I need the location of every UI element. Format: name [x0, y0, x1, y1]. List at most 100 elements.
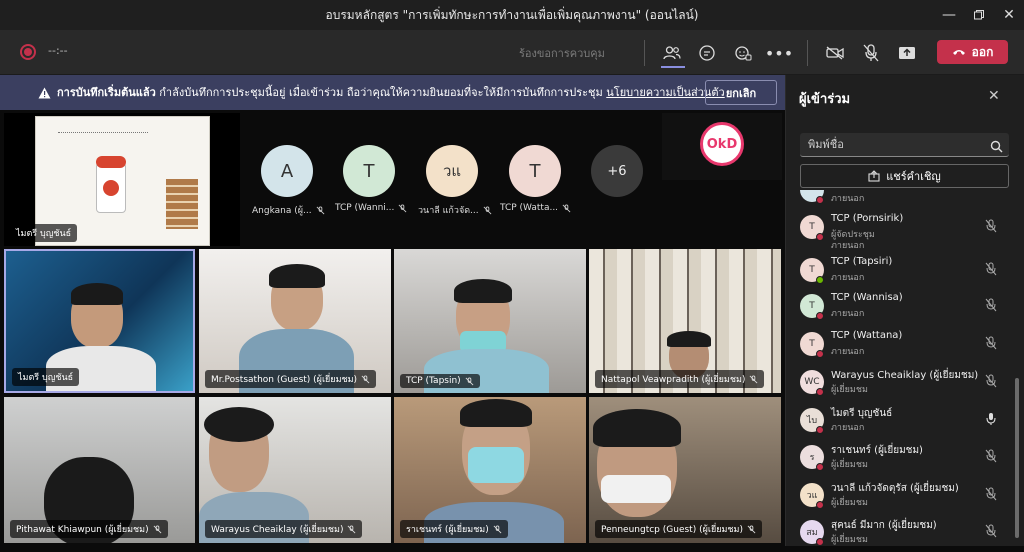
leave-button[interactable]: ออก: [937, 40, 1008, 64]
avatar[interactable]: A: [261, 145, 313, 197]
panel-scrollbar[interactable]: [1015, 378, 1019, 538]
participant-role-2: ภายนอก: [831, 241, 865, 251]
participant-role: ผู้เยี่ยมชม: [831, 498, 868, 508]
banner-message: การบันทึกเริ่มต้นแล้ว กำลังบันทึกการประช…: [57, 75, 725, 110]
book-stack-image: [166, 179, 198, 229]
avatar-initial: T: [529, 160, 541, 182]
maximize-icon[interactable]: [962, 0, 996, 30]
share-invite-button[interactable]: แชร์คำเชิญ: [800, 164, 1009, 188]
chat-icon[interactable]: [692, 38, 722, 68]
participant-initial: T: [809, 265, 815, 275]
tile-name-label: Nattapol Veawpradith (ผู้เยี่ยมชม): [595, 370, 765, 388]
tile-name-label: TCP (Tapsin): [400, 374, 480, 388]
overflow-participants-button[interactable]: +6: [591, 145, 643, 197]
close-icon[interactable]: ✕: [988, 88, 1000, 104]
mic-off-icon[interactable]: [985, 524, 997, 538]
tile-name-label: ราเชนทร์ (ผู้เยี่ยมชม): [400, 520, 508, 538]
mic-off-icon: [348, 524, 356, 533]
participant-initial: วแ: [806, 491, 818, 501]
tile-name-label: Warayus Cheaiklay (ผู้เยี่ยมชม): [205, 520, 363, 538]
participant-row[interactable]: T TCP (Wattana) ภายนอก: [800, 328, 1015, 364]
salt-shaker-image: [96, 156, 126, 213]
status-dot: [816, 233, 824, 241]
participant-sub: ภายนอก: [831, 194, 865, 204]
mic-off-icon[interactable]: [985, 298, 997, 312]
participant-role: ผู้เยี่ยมชม: [831, 385, 868, 395]
window-close-icon[interactable]: ✕: [992, 0, 1024, 30]
participant-name: ไมตรี บุญชันธ์: [831, 408, 893, 419]
request-control-button[interactable]: ร้องขอการควบคุม: [519, 44, 605, 62]
mic-off-icon[interactable]: [985, 336, 997, 350]
avatar-name: Angkana (ผู้...: [252, 203, 325, 217]
participant-row[interactable]: T TCP (Wannisa) ภายนอก: [800, 290, 1015, 326]
reactions-icon[interactable]: [728, 38, 758, 68]
mic-off-icon: [483, 205, 492, 214]
toolbar-divider: [807, 40, 808, 66]
participant-row[interactable]: ร ราเชนทร์ (ผู้เยี่ยมชม) ผู้เยี่ยมชม: [800, 441, 1015, 477]
minimize-icon[interactable]: —: [932, 0, 966, 30]
tile-name: Warayus Cheaiklay (ผู้เยี่ยมชม): [211, 525, 344, 535]
video-tile[interactable]: Nattapol Veawpradith (ผู้เยี่ยมชม): [589, 249, 781, 393]
mic-off-icon: [398, 203, 407, 212]
participant-name: TCP (Wattana): [831, 330, 903, 341]
cancel-recording-button[interactable]: ยกเลิก: [705, 80, 777, 105]
status-dot: [816, 426, 824, 434]
participant-row[interactable]: วแ วนาลี แก้วจัดตุรัส (ผู้เยี่ยมชม) ผู้เยี…: [800, 479, 1015, 515]
mic-off-icon: [316, 205, 325, 214]
tile-name: Mr.Postsathon (Guest) (ผู้เยี่ยมชม): [211, 375, 358, 385]
share-icon[interactable]: [892, 38, 922, 68]
video-tile[interactable]: Penneungtcp (Guest) (ผู้เยี่ยมชม): [589, 397, 781, 543]
participant-row[interactable]: ไบ ไมตรี บุญชันธ์ ภายนอก: [800, 404, 1015, 440]
participant-row[interactable]: สม สุคนธ์ มีมาก (ผู้เยี่ยมชม) ผู้เยี่ยมชม: [800, 516, 1015, 552]
participant-role: ภายนอก: [831, 273, 865, 283]
video-tile[interactable]: TCP (Tapsin): [394, 249, 586, 393]
mic-icon[interactable]: [985, 412, 997, 426]
video-tile[interactable]: ราเชนทร์ (ผู้เยี่ยมชม): [394, 397, 586, 543]
participant-initial: T: [809, 301, 815, 311]
participant-initial: T: [809, 339, 815, 349]
participant-row[interactable]: WC Warayus Cheaiklay (ผู้เยี่ยมชม) ผู้เยี่…: [800, 366, 1015, 402]
phone-icon: [952, 50, 965, 55]
avatar[interactable]: T: [509, 145, 561, 197]
mic-off-icon: [465, 376, 474, 385]
search-icon[interactable]: [990, 138, 1003, 157]
mic-off-icon: [749, 374, 758, 383]
avatar[interactable]: วแ: [426, 145, 478, 197]
participant-name: วนาลี แก้วจัดตุรัส (ผู้เยี่ยมชม): [831, 483, 959, 494]
participant-name: TCP (Wannisa): [831, 292, 903, 303]
avatar-name-text: วนาลี แก้วจัด...: [418, 206, 479, 216]
participant-name: ราเชนทร์ (ผู้เยี่ยมชม): [831, 445, 923, 456]
people-icon[interactable]: [657, 38, 687, 68]
mic-off-icon[interactable]: [985, 219, 997, 233]
video-tile[interactable]: ไมตรี บุญชันธ์: [4, 249, 195, 393]
video-tile[interactable]: Mr.Postsathon (Guest) (ผู้เยี่ยมชม): [199, 249, 391, 393]
meeting-timer: --:--: [48, 44, 68, 57]
tile-name: Nattapol Veawpradith (ผู้เยี่ยมชม): [601, 375, 746, 385]
invite-label: แชร์คำเชิญ: [886, 170, 941, 183]
camera-off-icon[interactable]: [820, 38, 850, 68]
participant-initial: T: [809, 222, 815, 232]
search-placeholder: พิมพ์ชื่อ: [808, 138, 844, 151]
mic-off-icon[interactable]: [985, 262, 997, 276]
avatar[interactable]: T: [343, 145, 395, 197]
participant-initial: สม: [806, 528, 818, 538]
participant-row[interactable]: T TCP (Pornsirik) ผู้จัดประชุม ภายนอก: [800, 211, 1015, 251]
status-dot: [816, 501, 824, 509]
participant-role: ผู้เยี่ยมชม: [831, 535, 868, 545]
more-icon[interactable]: •••: [764, 38, 794, 68]
video-tile[interactable]: Pithawat Khiawpun (ผู้เยี่ยมชม): [4, 397, 195, 543]
video-tile[interactable]: Warayus Cheaiklay (ผู้เยี่ยมชม): [199, 397, 391, 543]
participant-row[interactable]: T TCP (Tapsiri) ภายนอก: [800, 254, 1015, 290]
participant-name: TCP (Pornsirik): [831, 213, 904, 224]
participant-name: Warayus Cheaiklay (ผู้เยี่ยมชม): [831, 370, 979, 381]
mic-off-icon[interactable]: [985, 449, 997, 463]
participant-initial: ร: [809, 453, 815, 463]
status-dot: [816, 276, 824, 284]
mic-off-icon[interactable]: [856, 38, 886, 68]
status-dot: [816, 388, 824, 396]
mic-off-icon[interactable]: [985, 487, 997, 501]
mic-off-icon[interactable]: [985, 374, 997, 388]
avatar-initial: T: [363, 160, 375, 182]
mic-off-icon: [153, 524, 162, 533]
participant-row-partial[interactable]: ภายนอก: [800, 190, 1015, 204]
